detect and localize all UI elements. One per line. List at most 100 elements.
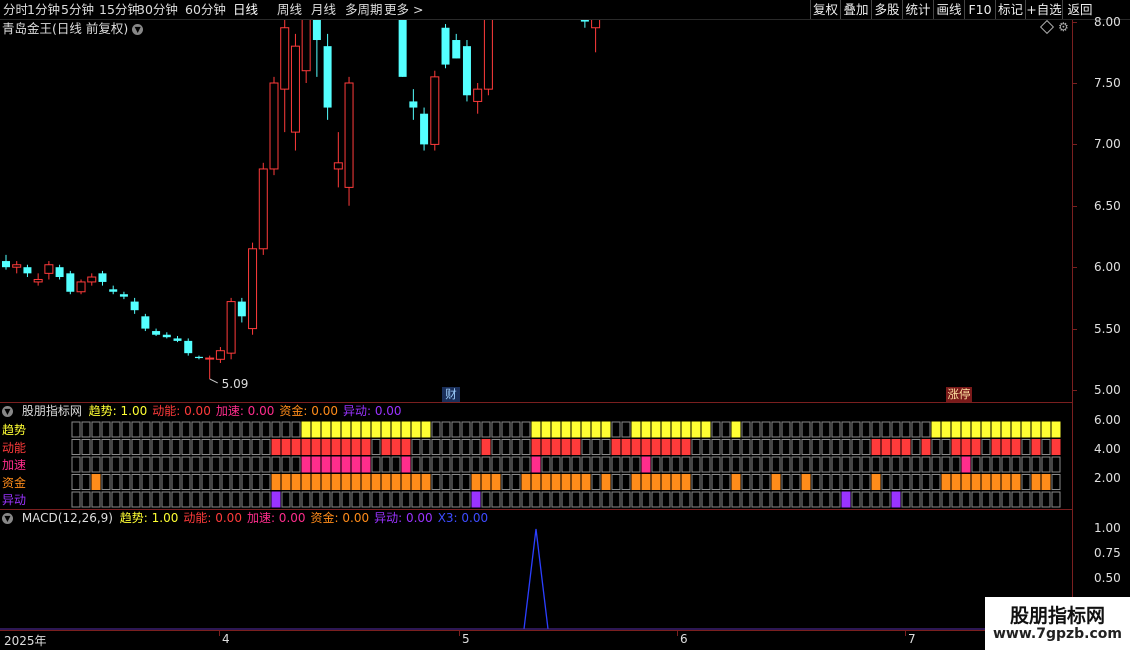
period-tab-6[interactable]: 日线: [233, 1, 258, 18]
toolbar-button-2[interactable]: 多股: [871, 0, 902, 19]
candle: [194, 355, 203, 360]
indicator-cell: [991, 439, 1001, 455]
period-tab-9[interactable]: 多周期: [345, 1, 383, 18]
indicator-cell: [991, 474, 1001, 490]
candle: [109, 285, 118, 295]
indicator-cell: [951, 474, 961, 490]
indicator-cell: [171, 474, 181, 490]
period-tab-2[interactable]: 5分钟: [61, 1, 94, 18]
indicator-cell: [331, 421, 341, 438]
indicator-axis-label: 6.00: [1094, 413, 1121, 427]
indicator-cell: [221, 439, 231, 455]
indicator-cell: [1021, 439, 1031, 455]
indicator-header[interactable]: ▼ 股朋指标网 趋势: 1.00 动能: 0.00 加速: 0.00 资金: 0.00…: [2, 403, 412, 419]
indicator-cell: [551, 491, 561, 508]
indicator-cell: [781, 474, 791, 490]
price-axis-label: 6.00: [1094, 260, 1121, 275]
toolbar-button-3[interactable]: 统计: [902, 0, 933, 19]
indicator-cell: [551, 421, 561, 438]
indicator-cell: [941, 421, 951, 438]
indicator-cell: [491, 491, 501, 508]
candle: [44, 261, 54, 280]
indicator-cell: [131, 491, 141, 508]
toolbar-button-8[interactable]: 返回: [1062, 0, 1097, 19]
indicator-cell: [931, 474, 941, 490]
toolbar-button-5[interactable]: F10: [964, 0, 995, 19]
indicator-cell: [621, 456, 631, 473]
indicator-cell: [641, 491, 651, 508]
macd-header[interactable]: ▼ MACD(12,26,9) 趋势: 1.00 动能: 0.00 加速: 0.00…: [2, 510, 498, 526]
indicator-cell: [911, 474, 921, 490]
indicator-cell: [801, 456, 811, 473]
value-item-4: 异动: 0.00: [342, 404, 402, 418]
toolbar-button-0[interactable]: 复权: [810, 0, 840, 19]
indicator-cell: [821, 474, 831, 490]
indicator-cell: [281, 491, 291, 508]
indicator-cell: [931, 421, 941, 438]
indicator-cell: [451, 456, 461, 473]
indicator-cell: [351, 439, 361, 455]
indicator-cell: [681, 474, 691, 490]
toolbar-button-4[interactable]: 画线: [933, 0, 964, 19]
indicator-cell: [231, 456, 241, 473]
indicator-cell: [541, 456, 551, 473]
indicator-cell: [631, 439, 641, 455]
indicator-cell: [1041, 439, 1051, 455]
indicator-cell: [141, 421, 151, 438]
indicator-cell: [911, 456, 921, 473]
price-axis-tick: [1072, 205, 1077, 207]
indicator-cell: [921, 456, 931, 473]
indicator-cell: [491, 474, 501, 490]
indicator-cell: [591, 456, 601, 473]
indicator-cell: [521, 491, 531, 508]
indicator-cell: [851, 421, 861, 438]
indicator-cell: [451, 421, 461, 438]
candle: [301, 20, 311, 83]
period-tab-4[interactable]: 30分钟: [137, 1, 178, 18]
indicator-cell: [1051, 474, 1061, 490]
period-tab-0[interactable]: 分时: [3, 1, 28, 18]
indicator-cell: [181, 456, 191, 473]
period-tab-8[interactable]: 月线: [311, 1, 336, 18]
indicator-cell: [91, 421, 101, 438]
period-tab-10[interactable]: 更多 >: [384, 1, 423, 18]
chevron-down-icon[interactable]: ▼: [2, 406, 13, 417]
tag-cai[interactable]: 财: [442, 387, 460, 402]
candle: [248, 242, 258, 335]
indicator-cell: [1031, 421, 1041, 438]
toolbar-button-7[interactable]: +自选: [1025, 0, 1062, 19]
tag-zhangting[interactable]: 涨停: [946, 387, 972, 402]
value-item-0: 趋势: 1.00: [88, 404, 148, 418]
indicator-cell: [741, 421, 751, 438]
toolbar-button-6[interactable]: 标记: [995, 0, 1025, 19]
indicator-cell: [341, 474, 351, 490]
indicator-cell: [171, 439, 181, 455]
indicator-cell: [721, 421, 731, 438]
indicator-cell: [251, 439, 261, 455]
indicator-cell: [691, 439, 701, 455]
indicator-cell: [641, 421, 651, 438]
indicator-cell: [831, 456, 841, 473]
indicator-cell: [271, 491, 281, 508]
period-tab-1[interactable]: 1分钟: [27, 1, 60, 18]
indicator-cell: [151, 474, 161, 490]
indicator-cell: [531, 456, 541, 473]
indicator-cell: [281, 421, 291, 438]
indicator-cell: [271, 456, 281, 473]
candle: [269, 76, 279, 176]
period-toolbar: 分时 1分钟 5分钟 15分钟 30分钟 60分钟 日线 周线 月线 多周期 更多 > 复权 叠加 多股统…: [0, 0, 1130, 20]
period-tab-5[interactable]: 60分钟: [185, 1, 226, 18]
indicator-cell: [931, 491, 941, 508]
period-tab-7[interactable]: 周线: [277, 1, 302, 18]
indicator-cell: [371, 456, 381, 473]
toolbar-button-1[interactable]: 叠加: [840, 0, 871, 19]
indicator-cell: [551, 439, 561, 455]
indicator-cell: [681, 456, 691, 473]
indicator-cell: [881, 491, 891, 508]
candle: [226, 297, 236, 360]
period-tab-3[interactable]: 15分钟: [99, 1, 140, 18]
indicator-cell: [691, 421, 701, 438]
chevron-down-icon[interactable]: ▼: [2, 513, 13, 524]
indicator-cell: [1001, 421, 1011, 438]
indicator-cell: [901, 491, 911, 508]
